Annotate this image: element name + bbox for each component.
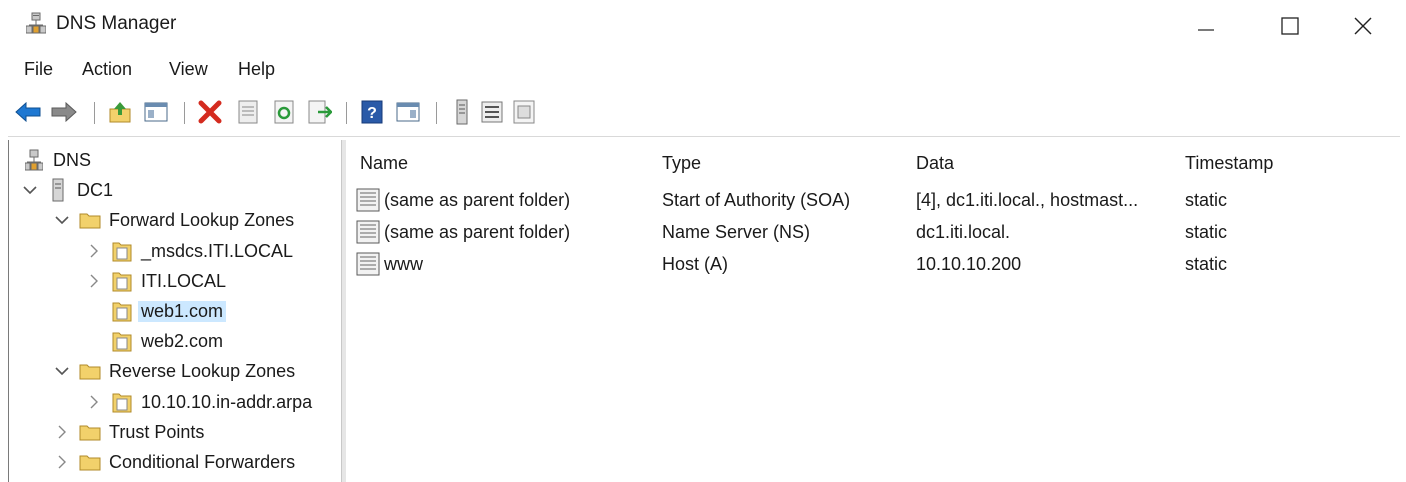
minimize-button[interactable]: [1183, 8, 1229, 44]
close-icon: [1354, 17, 1372, 35]
chevron-right-icon[interactable]: [53, 455, 71, 469]
record-icon: [356, 220, 380, 244]
tree-label-zone: web1.com: [138, 300, 227, 322]
cell-timestamp: static: [1185, 190, 1228, 210]
menu-file[interactable]: File: [24, 59, 53, 80]
cell-data: 10.10.10.200: [916, 254, 1022, 274]
cell-name: www: [384, 254, 423, 274]
chevron-right-icon[interactable]: [85, 274, 103, 288]
list-icon[interactable]: [478, 98, 506, 126]
tree-label-dns: DNS: [53, 149, 92, 170]
console-tree: DNS DC1 Forward Lookup Zones _msdcs.ITI.…: [9, 140, 341, 482]
record-icon[interactable]: [510, 98, 538, 126]
zone-icon: [111, 300, 133, 322]
tree-node-dc1[interactable]: DC1: [21, 176, 113, 204]
table-row[interactable]: (same as parent folder) Name Server (NS)…: [346, 218, 1406, 248]
show-hide-tree-icon[interactable]: [142, 98, 170, 126]
tree-node-zone[interactable]: 10.10.10.in-addr.arpa: [85, 388, 312, 416]
table-row[interactable]: www Host (A) 10.10.10.200 static: [346, 250, 1406, 280]
dns-icon: [23, 149, 45, 171]
tree-node-zone[interactable]: ITI.LOCAL: [85, 267, 226, 295]
dns-server-icon[interactable]: [448, 98, 476, 126]
folder-icon: [79, 209, 101, 231]
folder-icon: [79, 451, 101, 473]
zone-icon: [111, 330, 133, 352]
toolbar-divider: [8, 136, 1400, 137]
zone-icon: [111, 391, 133, 413]
window-title: DNS Manager: [56, 13, 177, 34]
menu-help[interactable]: Help: [238, 59, 275, 80]
tree-node-zone[interactable]: _msdcs.ITI.LOCAL: [85, 237, 293, 265]
tree-label-zone: _msdcs.ITI.LOCAL: [141, 240, 294, 261]
delete-icon[interactable]: [196, 98, 224, 126]
tree-node-forward-zones[interactable]: Forward Lookup Zones: [53, 206, 294, 234]
close-button[interactable]: [1340, 8, 1386, 44]
chevron-down-icon[interactable]: [53, 215, 71, 225]
chevron-right-icon[interactable]: [53, 425, 71, 439]
chevron-right-icon[interactable]: [85, 395, 103, 409]
refresh-icon[interactable]: [270, 98, 298, 126]
cell-type: Start of Authority (SOA): [662, 190, 851, 210]
menu-view[interactable]: View: [169, 59, 208, 80]
column-header-timestamp[interactable]: Timestamp: [1185, 153, 1273, 174]
properties-icon[interactable]: [234, 98, 262, 126]
column-header-type[interactable]: Type: [662, 153, 701, 174]
tree-node-zone-selected[interactable]: web1.com: [111, 297, 227, 325]
record-icon: [356, 252, 380, 276]
export-list-icon[interactable]: [306, 98, 334, 126]
svg-text:?: ?: [367, 105, 377, 122]
tree-label-forward-zones: Forward Lookup Zones: [109, 209, 295, 230]
table-row[interactable]: (same as parent folder) Start of Authori…: [346, 186, 1406, 216]
chevron-down-icon[interactable]: [21, 185, 39, 195]
chevron-down-icon[interactable]: [53, 366, 71, 376]
menu-action[interactable]: Action: [82, 59, 132, 80]
cell-name: (same as parent folder): [384, 190, 571, 210]
column-header-data[interactable]: Data: [916, 153, 954, 174]
server-icon: [47, 178, 69, 202]
chevron-right-icon[interactable]: [85, 244, 103, 258]
cell-type: Name Server (NS): [662, 222, 811, 242]
dns-app-icon: [25, 12, 47, 34]
forward-icon[interactable]: [50, 98, 78, 126]
tree-node-trust-points[interactable]: Trust Points: [53, 418, 204, 446]
tree-node-zone[interactable]: web2.com: [111, 327, 223, 355]
folder-icon: [79, 360, 101, 382]
tree-label-dc1: DC1: [77, 179, 114, 200]
tree-label-zone: ITI.LOCAL: [141, 270, 227, 291]
tree-label-zone: web2.com: [141, 330, 224, 351]
cell-timestamp: static: [1185, 222, 1228, 242]
console-view-icon[interactable]: [394, 98, 422, 126]
cell-data: dc1.iti.local.: [916, 222, 1011, 242]
records-list: Name Type Data Timestamp (same as parent…: [346, 140, 1406, 482]
cell-type: Host (A): [662, 254, 729, 274]
up-folder-icon[interactable]: [106, 98, 134, 126]
tree-node-conditional-forwarders[interactable]: Conditional Forwarders: [53, 448, 295, 476]
zone-icon: [111, 240, 133, 262]
back-icon[interactable]: [14, 98, 42, 126]
zone-icon: [111, 270, 133, 292]
tree-label-trust-points: Trust Points: [109, 421, 205, 442]
minimize-icon: [1198, 29, 1214, 31]
tree-label-zone: 10.10.10.in-addr.arpa: [141, 391, 313, 412]
cell-timestamp: static: [1185, 254, 1228, 274]
column-header-name[interactable]: Name: [360, 153, 408, 174]
maximize-icon: [1281, 17, 1299, 35]
tree-node-reverse-zones[interactable]: Reverse Lookup Zones: [53, 357, 295, 385]
cell-name: (same as parent folder): [384, 222, 571, 242]
maximize-button[interactable]: [1267, 8, 1313, 44]
record-icon: [356, 188, 380, 212]
tree-node-dns[interactable]: DNS: [23, 146, 91, 174]
toolbar: ?: [8, 92, 1400, 136]
tree-label-reverse-zones: Reverse Lookup Zones: [109, 360, 296, 381]
cell-data: [4], dc1.iti.local., hostmast...: [916, 190, 1139, 210]
tree-label-conditional-forwarders: Conditional Forwarders: [109, 451, 296, 472]
folder-icon: [79, 421, 101, 443]
help-icon[interactable]: ?: [358, 98, 386, 126]
